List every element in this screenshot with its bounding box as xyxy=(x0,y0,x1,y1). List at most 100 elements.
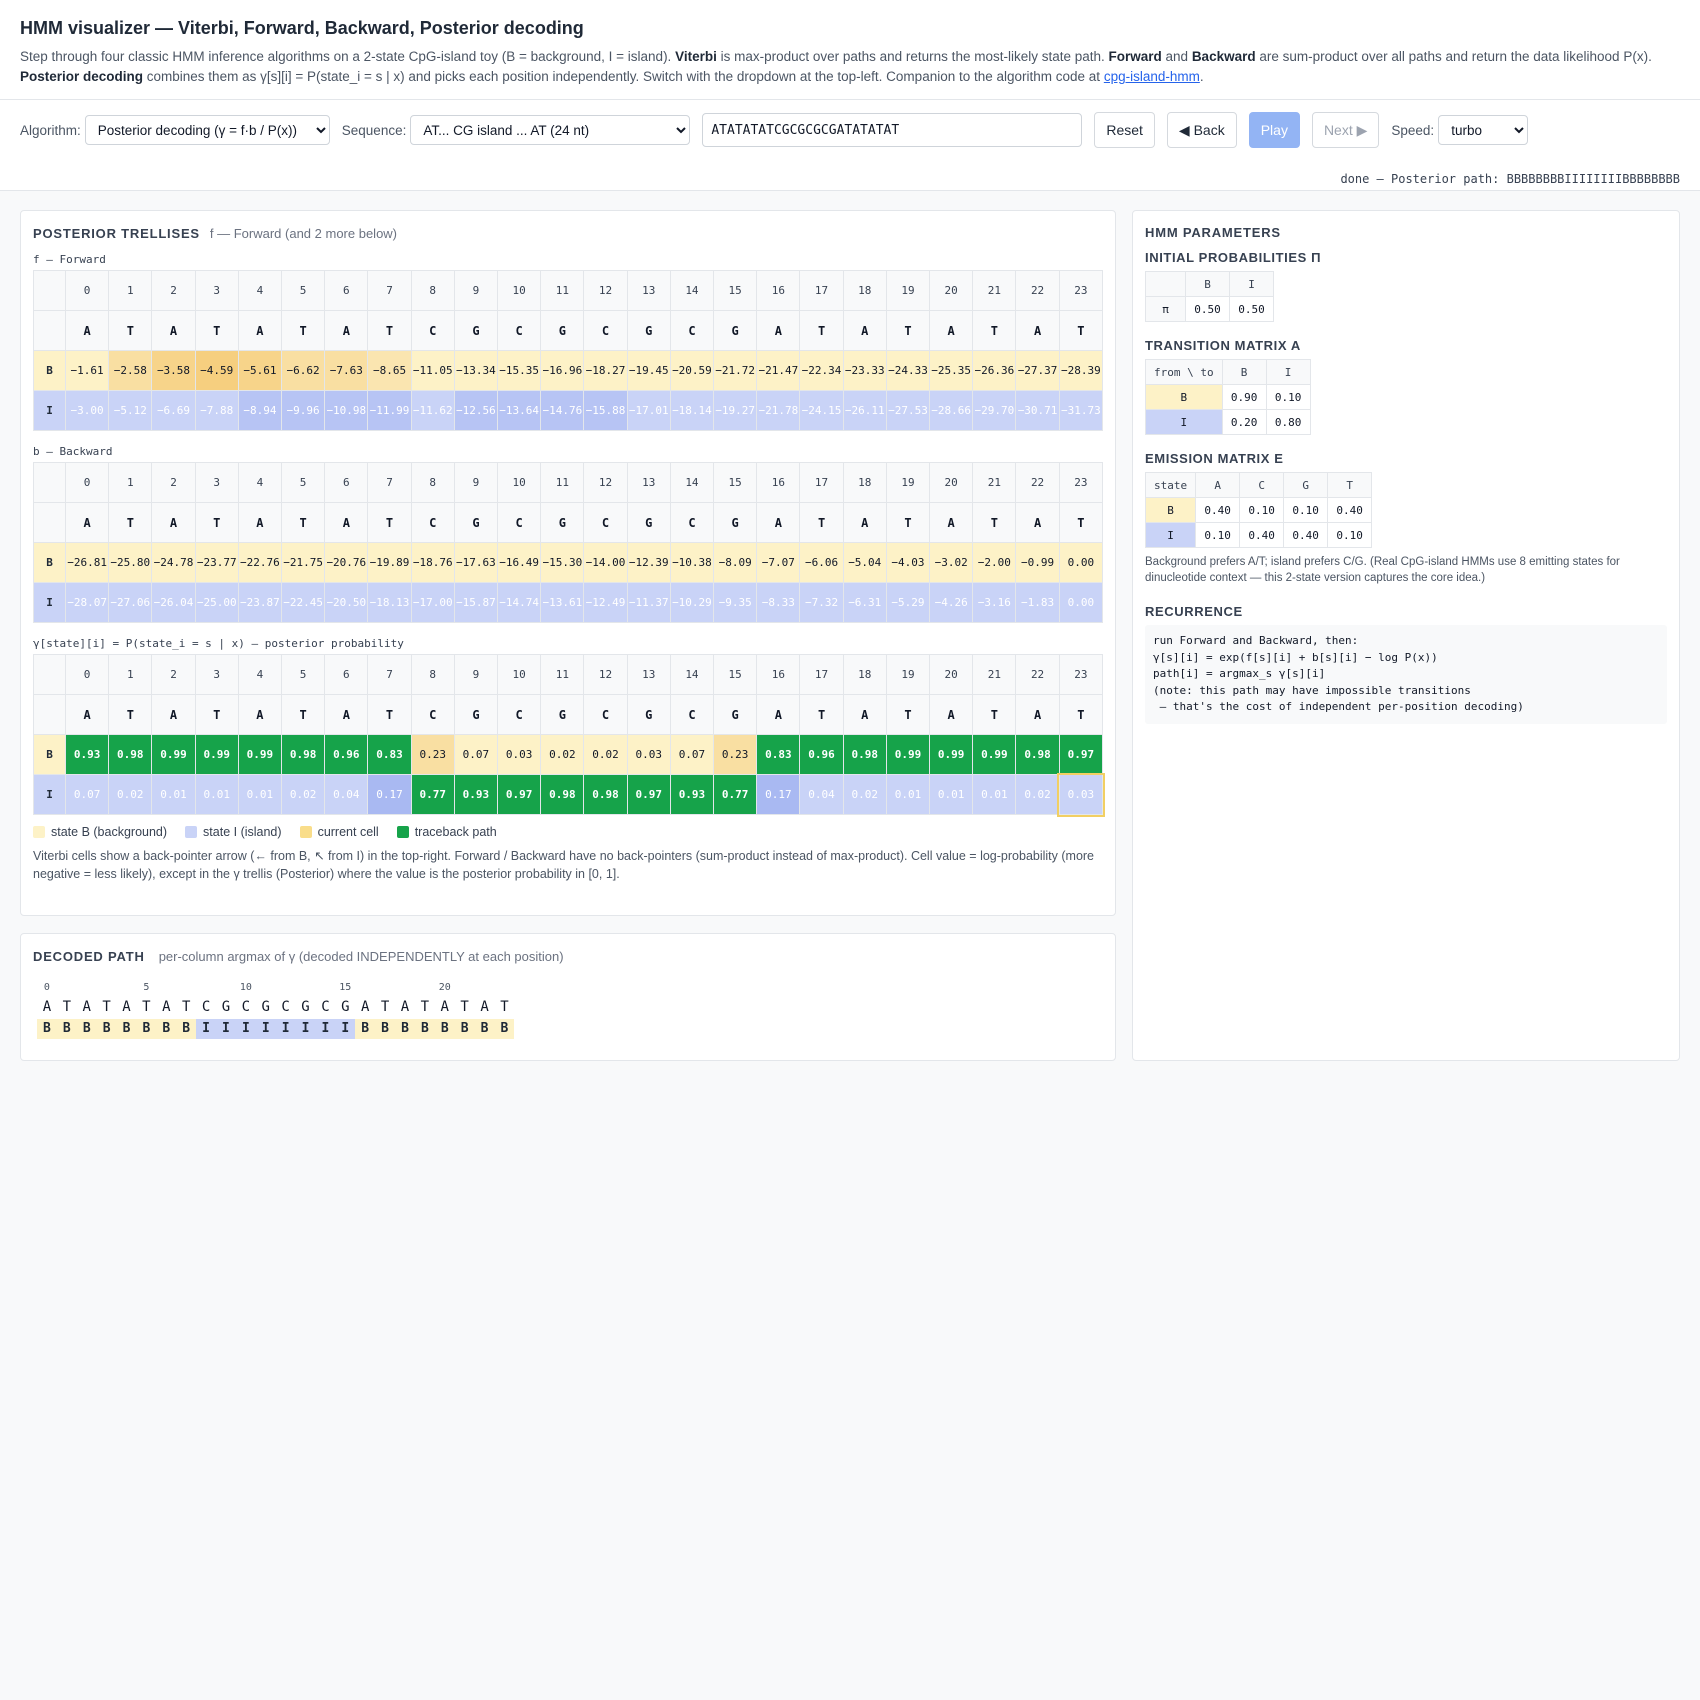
trellis-cell[interactable]: −12.56 xyxy=(453,390,499,431)
trellis-cell[interactable]: 0.97 xyxy=(626,774,671,815)
trellis-cell[interactable]: 0.01 xyxy=(151,774,196,815)
trellis-cell[interactable]: −24.33 xyxy=(885,350,931,391)
trellis-cell[interactable]: −7.07 xyxy=(756,542,801,583)
trellis-cell[interactable]: −0.99 xyxy=(1015,542,1060,583)
reset-button[interactable]: Reset xyxy=(1094,112,1155,148)
trellis-cell[interactable]: 0.97 xyxy=(1058,734,1104,775)
trellis-cell[interactable]: −17.63 xyxy=(453,542,499,583)
trellis-cell[interactable]: −14.00 xyxy=(583,542,628,583)
trellis-cell[interactable]: −26.04 xyxy=(151,582,196,623)
trellis-cell[interactable]: 0.03 xyxy=(497,734,542,775)
trellis-cell[interactable]: −21.47 xyxy=(756,350,801,391)
trellis-cell[interactable]: 0.93 xyxy=(64,734,110,775)
trellis-cell[interactable]: −22.34 xyxy=(799,350,844,391)
trellis-cell[interactable]: −27.06 xyxy=(108,582,153,623)
sequence-select[interactable]: AT... CG island ... AT (24 nt) xyxy=(410,115,691,145)
trellis-cell[interactable]: −6.69 xyxy=(151,390,196,431)
trellis-cell[interactable]: 0.83 xyxy=(367,734,412,775)
trellis-cell[interactable]: −1.83 xyxy=(1015,582,1060,623)
trellis-cell[interactable]: −28.07 xyxy=(64,582,110,623)
trellis-cell[interactable]: 0.02 xyxy=(583,734,628,775)
trellis-cell[interactable]: 0.02 xyxy=(281,774,326,815)
trellis-cell[interactable]: −25.80 xyxy=(108,542,153,583)
trellis-cell[interactable]: −5.29 xyxy=(885,582,931,623)
trellis-cell[interactable]: −16.96 xyxy=(540,350,585,391)
trellis-cell[interactable]: −4.26 xyxy=(929,582,974,623)
trellis-cell[interactable]: 0.04 xyxy=(324,774,369,815)
trellis-cell[interactable]: −5.04 xyxy=(842,542,887,583)
trellis-cell[interactable]: −9.96 xyxy=(281,390,326,431)
trellis-cell[interactable]: −12.39 xyxy=(626,542,671,583)
trellis-cell[interactable]: −6.62 xyxy=(281,350,326,391)
trellis-cell[interactable]: 0.00 xyxy=(1058,582,1104,623)
trellis-cell[interactable]: −22.76 xyxy=(237,542,283,583)
trellis-cell[interactable]: −4.59 xyxy=(194,350,239,391)
trellis-cell[interactable]: −3.16 xyxy=(972,582,1017,623)
trellis-cell[interactable]: −13.34 xyxy=(453,350,499,391)
trellis-cell[interactable]: −10.29 xyxy=(669,582,715,623)
trellis-cell[interactable]: 0.98 xyxy=(540,774,585,815)
trellis-cell[interactable]: 0.23 xyxy=(713,734,758,775)
trellis-cell[interactable]: 0.99 xyxy=(237,734,283,775)
trellis-cell[interactable]: −11.37 xyxy=(626,582,671,623)
trellis-cell[interactable]: 0.01 xyxy=(194,774,239,815)
next-button[interactable]: Next ▶ xyxy=(1311,112,1380,148)
trellis-cell[interactable]: −16.49 xyxy=(497,542,542,583)
trellis-cell[interactable]: −21.78 xyxy=(756,390,801,431)
trellis-cell[interactable]: −8.65 xyxy=(367,350,412,391)
trellis-cell[interactable]: 0.02 xyxy=(108,774,153,815)
trellis-cell[interactable]: −18.76 xyxy=(410,542,455,583)
trellis-cell[interactable]: −4.03 xyxy=(885,542,931,583)
trellis-cell[interactable]: 0.02 xyxy=(540,734,585,775)
trellis-cell[interactable]: 0.07 xyxy=(669,734,715,775)
trellis-cell[interactable]: 0.03 xyxy=(1057,772,1105,817)
trellis-cell[interactable]: −17.01 xyxy=(626,390,671,431)
trellis-cell[interactable]: 0.98 xyxy=(842,734,887,775)
trellis-cell[interactable]: −21.75 xyxy=(281,542,326,583)
trellis-cell[interactable]: 0.96 xyxy=(799,734,844,775)
trellis-cell[interactable]: 0.97 xyxy=(497,774,542,815)
trellis-cell[interactable]: −17.00 xyxy=(410,582,455,623)
trellis-cell[interactable]: −15.88 xyxy=(583,390,628,431)
trellis-cell[interactable]: −29.70 xyxy=(972,390,1017,431)
trellis-cell[interactable]: 0.98 xyxy=(108,734,153,775)
trellis-cell[interactable]: 0.98 xyxy=(281,734,326,775)
trellis-cell[interactable]: −9.35 xyxy=(713,582,758,623)
trellis-cell[interactable]: −11.99 xyxy=(367,390,412,431)
trellis-cell[interactable]: −7.63 xyxy=(324,350,369,391)
trellis-cell[interactable]: −11.62 xyxy=(410,390,455,431)
trellis-cell[interactable]: 0.98 xyxy=(1015,734,1060,775)
trellis-cell[interactable]: −6.06 xyxy=(799,542,844,583)
trellis-cell[interactable]: −24.78 xyxy=(151,542,196,583)
trellis-cell[interactable]: 0.02 xyxy=(842,774,887,815)
algorithm-select[interactable]: Posterior decoding (γ = f·b / P(x)) xyxy=(84,115,330,145)
trellis-cell[interactable]: −25.00 xyxy=(194,582,239,623)
trellis-cell[interactable]: 0.02 xyxy=(1015,774,1060,815)
trellis-cell[interactable]: −13.61 xyxy=(540,582,585,623)
sequence-input[interactable] xyxy=(702,113,1083,147)
trellis-cell[interactable]: −26.81 xyxy=(64,542,110,583)
trellis-cell[interactable]: 0.83 xyxy=(756,734,801,775)
trellis-cell[interactable]: −10.98 xyxy=(324,390,369,431)
trellis-cell[interactable]: 0.03 xyxy=(626,734,671,775)
trellis-cell[interactable]: −28.39 xyxy=(1058,350,1104,391)
trellis-cell[interactable]: 0.98 xyxy=(583,774,628,815)
trellis-cell[interactable]: 0.01 xyxy=(972,774,1017,815)
trellis-cell[interactable]: −20.76 xyxy=(324,542,369,583)
trellis-cell[interactable]: 0.01 xyxy=(929,774,974,815)
trellis-cell[interactable]: −19.89 xyxy=(367,542,412,583)
trellis-cell[interactable]: −19.45 xyxy=(626,350,671,391)
trellis-cell[interactable]: 0.96 xyxy=(324,734,369,775)
trellis-cell[interactable]: 0.99 xyxy=(885,734,931,775)
trellis-cell[interactable]: −27.37 xyxy=(1015,350,1060,391)
trellis-cell[interactable]: 0.93 xyxy=(669,774,715,815)
trellis-cell[interactable]: −25.35 xyxy=(929,350,974,391)
trellis-cell[interactable]: −6.31 xyxy=(842,582,887,623)
back-button[interactable]: ◀ Back xyxy=(1166,112,1237,148)
trellis-cell[interactable]: −2.58 xyxy=(108,350,153,391)
trellis-cell[interactable]: −31.73 xyxy=(1058,390,1104,431)
trellis-cell[interactable]: −3.00 xyxy=(64,390,110,431)
trellis-cell[interactable]: 0.07 xyxy=(64,774,110,815)
trellis-cell[interactable]: −19.27 xyxy=(713,390,758,431)
trellis-cell[interactable]: −1.61 xyxy=(64,350,110,391)
